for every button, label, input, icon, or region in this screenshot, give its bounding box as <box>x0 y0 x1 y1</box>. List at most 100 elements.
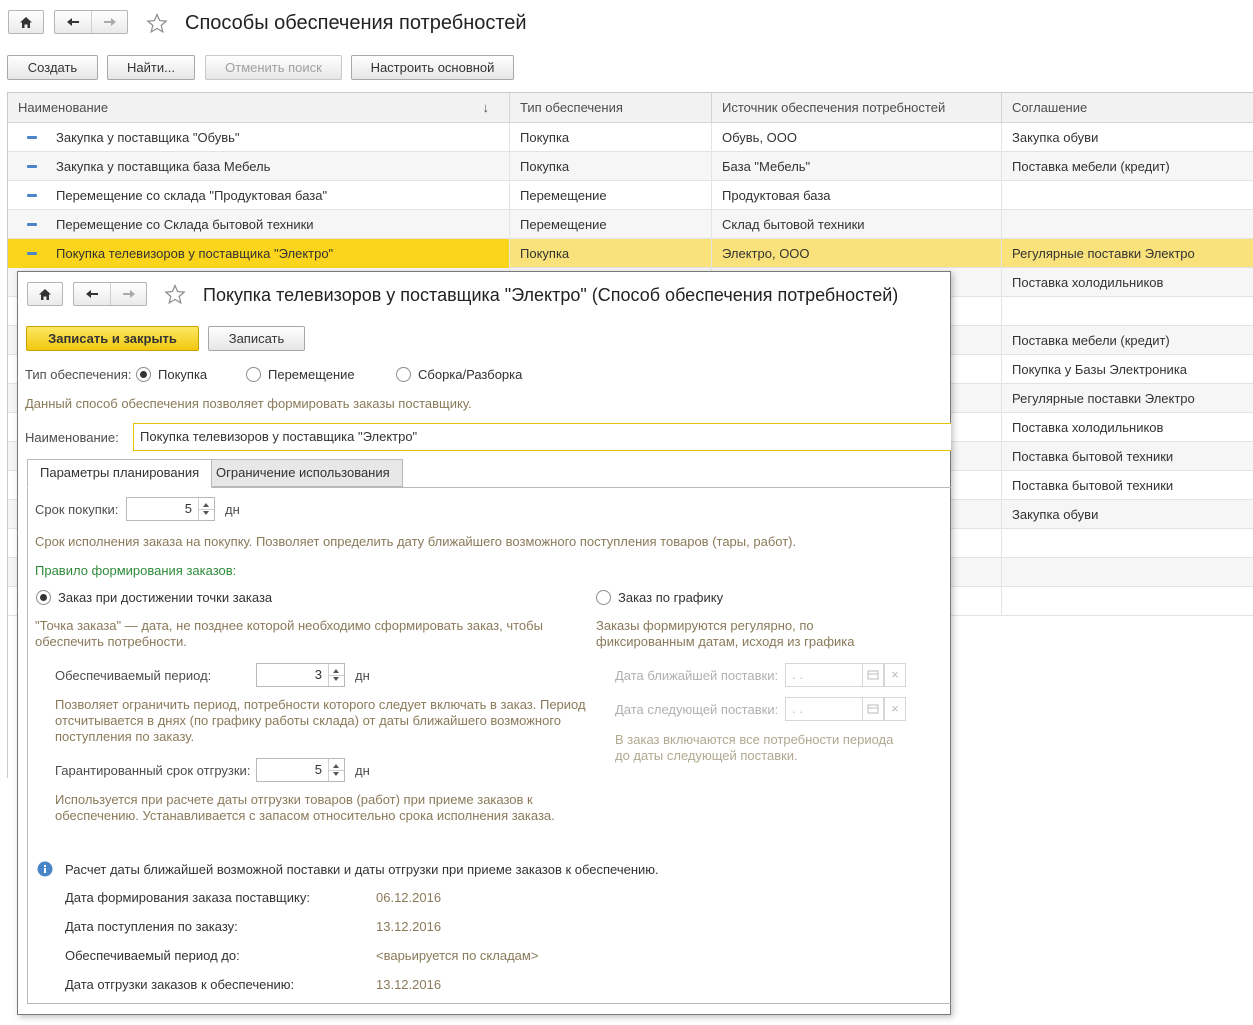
next-delivery-input[interactable]: . . <box>785 697 863 721</box>
table-cell-name: Закупка у поставщика база Мебель <box>8 152 510 181</box>
radio-assembly[interactable] <box>396 367 411 382</box>
next-delivery-label: Дата следующей поставки: <box>615 702 779 717</box>
purchase-term-unit: дн <box>225 502 240 517</box>
table-cell-type: Покупка <box>510 152 712 181</box>
nearest-delivery-clear-button[interactable]: × <box>884 663 906 687</box>
radio-purchase-label[interactable]: Покупка <box>158 367 207 382</box>
schedule-info-1: В заказ включаются все потребности перио… <box>615 732 894 747</box>
calc-row-label: Дата формирования заказа поставщику: <box>65 890 310 905</box>
dialog-back-button[interactable] <box>74 283 110 305</box>
supply-type-hint: Данный способ обеспечения позволяет форм… <box>25 396 472 411</box>
dialog-history-nav <box>73 282 147 306</box>
table-cell-agreement: Регулярные поставки Электро <box>1012 246 1195 261</box>
table-cell-name: Перемещение со склада "Продуктовая база" <box>8 181 510 210</box>
save-and-close-button[interactable]: Записать и закрыть <box>26 326 199 351</box>
radio-order-point[interactable] <box>36 590 51 605</box>
table-row[interactable]: Закупка у поставщика "Обувь" Покупка Обувь… <box>8 123 1253 152</box>
table-cell-name: Покупка телевизоров у поставщика "Электр… <box>8 239 510 268</box>
calc-row-value: 13.12.2016 <box>376 977 442 992</box>
column-header-source[interactable]: Источник обеспечения потребностей <box>712 93 1002 123</box>
radio-order-point-label[interactable]: Заказ при достижении точки заказа <box>58 590 272 605</box>
home-icon <box>20 16 32 28</box>
find-button[interactable]: Найти... <box>107 55 195 80</box>
next-delivery-calendar-button[interactable] <box>862 697 884 721</box>
calendar-icon <box>867 704 879 714</box>
dialog-forward-button[interactable] <box>110 283 146 305</box>
favorite-star-icon[interactable] <box>164 284 186 305</box>
table-cell-agreement: Поставка холодильников <box>1012 275 1164 290</box>
radio-purchase[interactable] <box>136 367 151 382</box>
table-cell-name: Перемещение со Склада бытовой техники <box>8 210 510 239</box>
order-rule-label: Правило формирования заказов: <box>35 563 237 578</box>
name-input[interactable]: Покупка телевизоров у поставщика "Электр… <box>133 423 951 451</box>
create-button[interactable]: Создать <box>7 55 98 80</box>
nearest-delivery-input[interactable]: . . <box>785 663 863 687</box>
set-main-button[interactable]: Настроить основной <box>351 55 514 80</box>
table-cell-type: Покупка <box>510 239 712 268</box>
tab-planning-params[interactable]: Параметры планирования <box>27 459 213 488</box>
radio-schedule-label[interactable]: Заказ по графику <box>618 590 723 605</box>
sort-desc-icon: ↓ <box>482 100 490 115</box>
arrow-right-icon <box>103 18 116 26</box>
table-cell-agreement: Регулярные поставки Электро <box>1012 391 1195 406</box>
purchase-term-spinner[interactable] <box>198 498 214 520</box>
purchase-term-label: Срок покупки: <box>35 502 119 517</box>
page-title: Способы обеспечения потребностей <box>185 12 527 34</box>
column-header-type[interactable]: Тип обеспечения <box>510 93 712 123</box>
calc-row-value: 06.12.2016 <box>376 890 442 905</box>
period-label: Обеспечиваемый период: <box>55 668 212 683</box>
period-hint-1: Позволяет ограничить период, потребности… <box>55 697 586 712</box>
table-cell-type: Перемещение <box>510 181 712 210</box>
table-row-selected[interactable]: Покупка телевизоров у поставщика "Электр… <box>8 239 1253 268</box>
guaranteed-label: Гарантированный срок отгрузки: <box>55 763 251 778</box>
table-cell-agreement: Закупка обуви <box>1012 507 1099 522</box>
schedule-info-2: до даты следующей поставки. <box>615 748 798 763</box>
purchase-term-input[interactable]: 5 <box>126 497 215 521</box>
table-cell-agreement <box>1002 181 1253 210</box>
period-unit: дн <box>355 668 370 683</box>
table-cell-type: Перемещение <box>510 210 712 239</box>
forward-button[interactable] <box>91 11 127 33</box>
cancel-search-button[interactable]: Отменить поиск <box>205 55 342 80</box>
period-spinner[interactable] <box>328 664 344 686</box>
table-cell-source: Склад бытовой техники <box>712 210 1002 239</box>
guaranteed-spinner[interactable] <box>328 759 344 781</box>
next-delivery-clear-button[interactable]: × <box>884 697 906 721</box>
favorite-star-icon[interactable] <box>146 13 168 34</box>
period-hint-2: отсчитывается в днях (по графику работы … <box>55 713 562 728</box>
column-header-name[interactable]: Наименование ↓ <box>8 93 510 123</box>
save-button[interactable]: Записать <box>208 326 305 351</box>
nearest-delivery-calendar-button[interactable] <box>862 663 884 687</box>
guaranteed-hint-2: обеспечению. Устанавливается с запасом о… <box>55 808 555 823</box>
table-row[interactable]: Перемещение со склада "Продуктовая база"… <box>8 181 1253 210</box>
table-cell-agreement: Поставка бытовой техники <box>1012 449 1174 464</box>
table-cell-agreement <box>1002 210 1253 239</box>
table-cell-source: Обувь, ООО <box>712 123 1002 152</box>
item-marker-icon <box>27 194 37 197</box>
guaranteed-input[interactable]: 5 <box>256 758 345 782</box>
table-cell-agreement: Закупка обуви <box>1012 130 1099 145</box>
column-header-agreement[interactable]: Соглашение <box>1002 93 1253 123</box>
tab-usage-restriction[interactable]: Ограничение использования <box>203 459 403 487</box>
calc-row-value: <варьируется по складам> <box>376 948 539 963</box>
supply-method-dialog: Покупка телевизоров у поставщика "Электр… <box>17 271 951 1015</box>
table-cell-agreement <box>1002 587 1253 616</box>
radio-transfer[interactable] <box>246 367 261 382</box>
calc-row-label: Дата поступления по заказу: <box>65 919 238 934</box>
calc-row-value: 13.12.2016 <box>376 919 442 934</box>
radio-transfer-label[interactable]: Перемещение <box>268 367 355 382</box>
home-button[interactable] <box>8 10 44 34</box>
dialog-home-button[interactable] <box>27 282 63 306</box>
period-value: 3 <box>314 667 322 682</box>
period-input[interactable]: 3 <box>256 663 345 687</box>
table-row[interactable]: Перемещение со Склада бытовой техники Пер… <box>8 210 1253 239</box>
table-cell-type: Покупка <box>510 123 712 152</box>
table-cell-agreement <box>1002 529 1253 558</box>
radio-schedule[interactable] <box>596 590 611 605</box>
table-row[interactable]: Закупка у поставщика база Мебель Покупка Б… <box>8 152 1253 181</box>
history-nav <box>54 10 128 34</box>
back-button[interactable] <box>55 11 91 33</box>
order-point-hint-2: обеспечить потребности. <box>35 634 187 649</box>
radio-assembly-label[interactable]: Сборка/Разборка <box>418 367 522 382</box>
period-hint-3: поступления по заказу. <box>55 729 195 744</box>
